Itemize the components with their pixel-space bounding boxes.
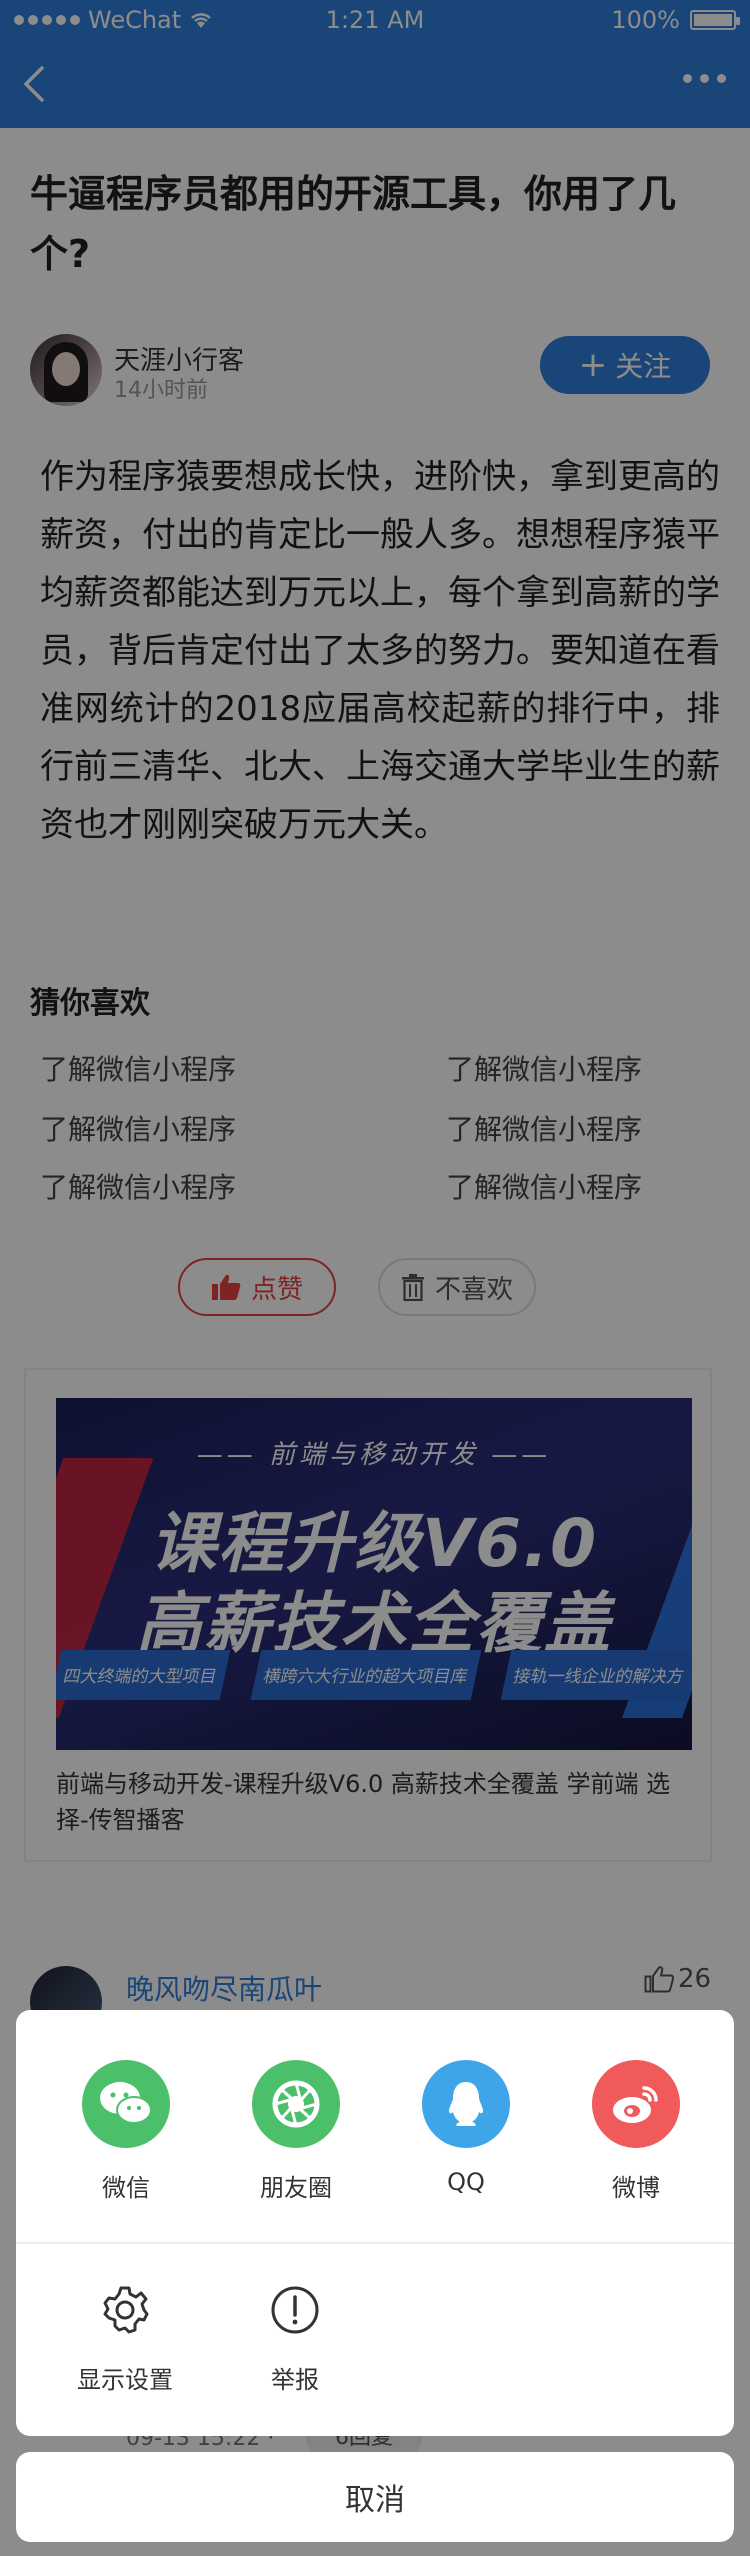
share-sheet: 微信 朋友圈 QQ 微博 显示设置 举报 [16,2010,734,2436]
share-moments[interactable]: 朋友圈 [236,2060,356,2203]
weibo-icon [592,2060,680,2148]
share-label: 朋友圈 [260,2174,332,2202]
cancel-button[interactable]: 取消 [16,2452,734,2542]
share-label: QQ [447,2168,485,2196]
sheet-divider [16,2242,734,2244]
share-weibo[interactable]: 微博 [576,2060,696,2203]
display-settings-button[interactable]: 显示设置 [50,2284,200,2395]
moments-icon [252,2060,340,2148]
qq-icon [422,2060,510,2148]
tool-label: 举报 [271,2366,319,2394]
share-label: 微信 [102,2174,150,2202]
share-label: 微博 [612,2174,660,2202]
share-wechat[interactable]: 微信 [66,2060,186,2203]
report-button[interactable]: 举报 [220,2284,370,2395]
tool-label: 显示设置 [77,2366,173,2394]
wechat-icon [82,2060,170,2148]
share-qq[interactable]: QQ [406,2060,526,2196]
settings-icon [103,2286,149,2334]
report-icon [271,2286,319,2334]
